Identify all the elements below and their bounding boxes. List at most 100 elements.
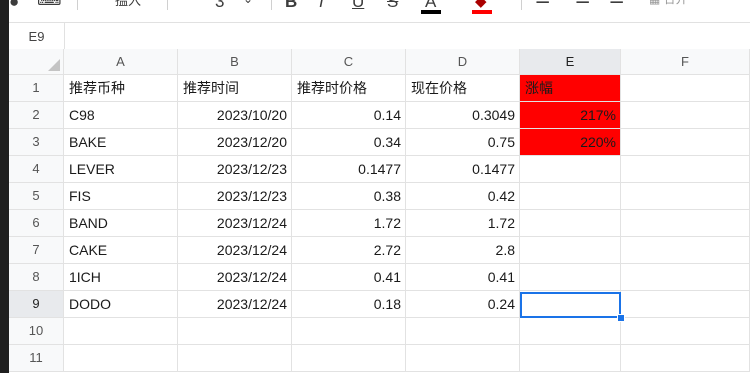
cell-a4[interactable]: LEVER (64, 156, 178, 183)
cell-d6[interactable]: 1.72 (406, 210, 520, 237)
bold-button[interactable]: B (285, 0, 297, 12)
cell-f5[interactable] (621, 183, 750, 210)
cell-e9[interactable] (520, 291, 621, 318)
column-header-e[interactable]: E (520, 49, 621, 75)
cell-b7[interactable]: 2023/12/24 (178, 237, 292, 264)
cell-f4[interactable] (621, 156, 750, 183)
select-all-corner[interactable] (9, 49, 64, 75)
font-size-chevron-icon[interactable]: ⌄ (243, 0, 253, 9)
paint-format-icon[interactable]: ● (9, 0, 19, 12)
strikethrough-button[interactable]: S (387, 0, 398, 12)
merge-label: 合并 (664, 0, 688, 6)
underline-button[interactable]: U (352, 0, 364, 12)
cell-f3[interactable] (621, 129, 750, 156)
align-center-icon[interactable]: ☰ (575, 0, 590, 8)
cell-c1[interactable]: 推荐时价格 (292, 75, 406, 102)
row-header-2[interactable]: 2 (9, 102, 64, 129)
cell-d2[interactable]: 0.3049 (406, 102, 520, 129)
font-name-select[interactable]: 搵入 (115, 0, 141, 11)
cell-f11[interactable] (621, 345, 750, 372)
row-header-5[interactable]: 5 (9, 183, 64, 210)
cell-c7[interactable]: 2.72 (292, 237, 406, 264)
cell-b5[interactable]: 2023/12/23 (178, 183, 292, 210)
cell-c8[interactable]: 0.41 (292, 264, 406, 291)
cell-e3[interactable]: 220% (520, 129, 621, 156)
cell-c11[interactable] (292, 345, 406, 372)
cell-f9[interactable] (621, 291, 750, 318)
column-header-b[interactable]: B (178, 49, 292, 75)
cell-f6[interactable] (621, 210, 750, 237)
align-right-icon[interactable]: ☰ (609, 0, 624, 8)
row-header-4[interactable]: 4 (9, 156, 64, 183)
cell-c6[interactable]: 1.72 (292, 210, 406, 237)
align-left-icon[interactable]: ☰ (535, 0, 550, 8)
column-header-d[interactable]: D (406, 49, 520, 75)
cell-b10[interactable] (178, 318, 292, 345)
column-header-f[interactable]: F (621, 49, 750, 75)
cell-c3[interactable]: 0.34 (292, 129, 406, 156)
cell-e5[interactable] (520, 183, 621, 210)
cell-f8[interactable] (621, 264, 750, 291)
cell-a6[interactable]: BAND (64, 210, 178, 237)
cell-a2[interactable]: C98 (64, 102, 178, 129)
cell-a5[interactable]: FIS (64, 183, 178, 210)
cell-b6[interactable]: 2023/12/24 (178, 210, 292, 237)
cell-d5[interactable]: 0.42 (406, 183, 520, 210)
cell-a7[interactable]: CAKE (64, 237, 178, 264)
row-header-10[interactable]: 10 (9, 318, 64, 345)
cell-a3[interactable]: BAKE (64, 129, 178, 156)
cell-c9[interactable]: 0.18 (292, 291, 406, 318)
cell-c4[interactable]: 0.1477 (292, 156, 406, 183)
fill-handle[interactable] (617, 314, 625, 322)
row-header-1[interactable]: 1 (9, 75, 64, 102)
cell-d9[interactable]: 0.24 (406, 291, 520, 318)
cell-d4[interactable]: 0.1477 (406, 156, 520, 183)
row-header-11[interactable]: 11 (9, 345, 64, 372)
cell-e8[interactable] (520, 264, 621, 291)
cell-d1[interactable]: 现在价格 (406, 75, 520, 102)
cell-e1[interactable]: 涨幅 (520, 75, 621, 102)
cell-f1[interactable] (621, 75, 750, 102)
cell-a1[interactable]: 推荐币种 (64, 75, 178, 102)
column-header-c[interactable]: C (292, 49, 406, 75)
cell-b4[interactable]: 2023/12/23 (178, 156, 292, 183)
cell-e6[interactable] (520, 210, 621, 237)
clear-format-icon[interactable]: ⌨ (37, 0, 62, 10)
cell-a10[interactable] (64, 318, 178, 345)
cell-b1[interactable]: 推荐时间 (178, 75, 292, 102)
cell-c5[interactable]: 0.38 (292, 183, 406, 210)
merge-cells-button[interactable]: ▦ 合并 (649, 0, 688, 9)
cell-e10[interactable] (520, 318, 621, 345)
cell-d10[interactable] (406, 318, 520, 345)
cell-d7[interactable]: 2.8 (406, 237, 520, 264)
cell-d8[interactable]: 0.41 (406, 264, 520, 291)
cell-a9[interactable]: DODO (64, 291, 178, 318)
cell-b8[interactable]: 2023/12/24 (178, 264, 292, 291)
cell-b9[interactable]: 2023/12/24 (178, 291, 292, 318)
cell-e7[interactable] (520, 237, 621, 264)
column-header-a[interactable]: A (64, 49, 178, 75)
row-header-6[interactable]: 6 (9, 210, 64, 237)
cell-a11[interactable] (64, 345, 178, 372)
cell-e4[interactable] (520, 156, 621, 183)
cell-f10[interactable] (621, 318, 750, 345)
row-header-3[interactable]: 3 (9, 129, 64, 156)
cell-b3[interactable]: 2023/12/20 (178, 129, 292, 156)
cell-c2[interactable]: 0.14 (292, 102, 406, 129)
cell-d11[interactable] (406, 345, 520, 372)
cell-f7[interactable] (621, 237, 750, 264)
cell-b2[interactable]: 2023/10/20 (178, 102, 292, 129)
cell-f2[interactable] (621, 102, 750, 129)
row-header-7[interactable]: 7 (9, 237, 64, 264)
font-size-select[interactable]: 3 (215, 0, 224, 12)
row-header-9[interactable]: 9 (9, 291, 64, 318)
name-box[interactable]: E9 (9, 23, 65, 50)
row-header-8[interactable]: 8 (9, 264, 64, 291)
cell-e2[interactable]: 217% (520, 102, 621, 129)
cell-d3[interactable]: 0.75 (406, 129, 520, 156)
cell-b11[interactable] (178, 345, 292, 372)
cell-a8[interactable]: 1ICH (64, 264, 178, 291)
cell-c10[interactable] (292, 318, 406, 345)
italic-button[interactable]: I (319, 0, 324, 12)
cell-e11[interactable] (520, 345, 621, 372)
